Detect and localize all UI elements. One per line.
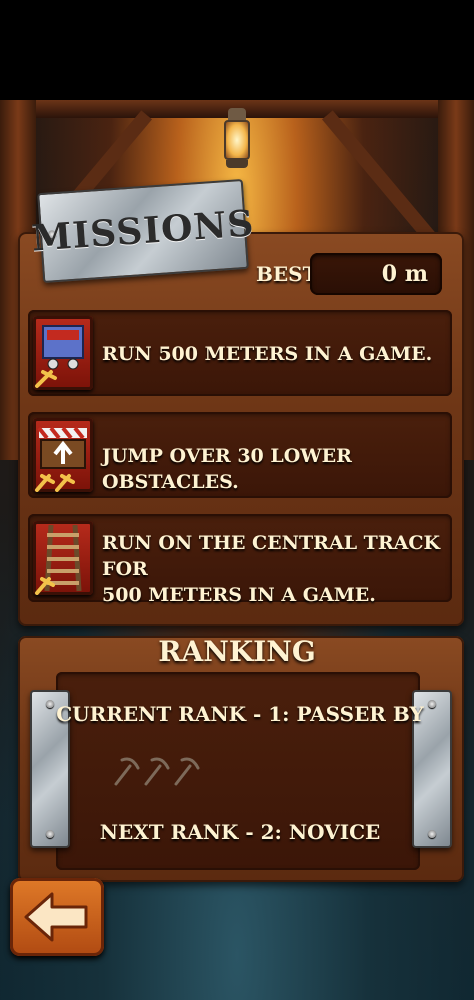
best-score-value: 0 m	[381, 261, 428, 287]
pick-icon-3	[174, 757, 200, 786]
status-bar	[0, 0, 474, 100]
best-label: BEST	[256, 262, 318, 286]
mine-cart-icon	[33, 316, 93, 390]
best-score-box: 0 m	[310, 253, 442, 295]
mission-3-text: RUN ON THE CENTRAL TRACK FOR 500 METERS …	[102, 532, 440, 606]
missions-title: MISSIONS	[30, 202, 256, 260]
current-rank: CURRENT RANK - 1: PASSER BY	[56, 702, 424, 726]
next-rank: NEXT RANK - 2: NOVICE	[99, 820, 381, 844]
pick-icon-2	[144, 757, 170, 786]
rank-progress-picks	[110, 750, 206, 792]
jump-obstacle-icon	[33, 418, 93, 492]
missions-title-plate: MISSIONS	[30, 178, 256, 284]
rail-track-icon	[33, 521, 93, 595]
pick-icon-1	[114, 757, 140, 786]
ranking-title: RANKING	[158, 635, 316, 668]
back-button[interactable]	[10, 878, 104, 956]
back-arrow-icon	[24, 892, 88, 942]
mission-1-text: RUN 500 METERS IN A GAME.	[102, 343, 433, 365]
lantern-icon	[222, 108, 252, 172]
mission-2-text: JUMP OVER 30 LOWER OBSTACLES.	[102, 445, 352, 493]
